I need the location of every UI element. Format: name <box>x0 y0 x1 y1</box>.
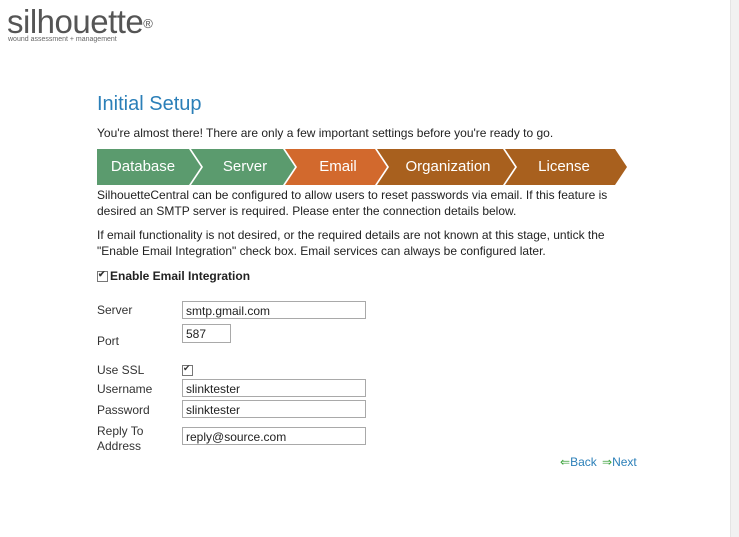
reply-to-label-line2: Address <box>97 439 142 453</box>
back-link[interactable]: ⇐Back <box>560 455 597 469</box>
registered-mark: ® <box>143 16 153 31</box>
wizard-step-database[interactable]: Database <box>97 149 201 185</box>
port-input[interactable] <box>182 324 231 343</box>
wizard-step-license[interactable]: License <box>505 149 627 185</box>
wizard-step-email[interactable]: Email <box>285 149 387 185</box>
username-input[interactable] <box>182 379 366 397</box>
enable-email-row: Enable Email Integration <box>97 269 637 283</box>
email-disable-hint: If email functionality is not desired, o… <box>97 228 605 258</box>
logo: silhouette® wound assessment + managemen… <box>7 3 153 44</box>
port-label: Port <box>97 334 120 348</box>
arrow-left-icon: ⇐ <box>560 455 571 469</box>
server-input[interactable] <box>182 301 366 319</box>
email-description: SilhouetteCentral can be configured to a… <box>97 188 608 218</box>
intro-text: You're almost there! There are only a fe… <box>97 126 554 140</box>
enable-email-label: Enable Email Integration <box>110 269 251 283</box>
use-ssl-checkbox[interactable] <box>182 363 193 376</box>
username-label: Username <box>97 382 153 396</box>
use-ssl-label: Use SSL <box>97 363 145 377</box>
reply-to-label-line1: Reply To <box>97 424 144 438</box>
wizard-step-organization[interactable]: Organization <box>377 149 515 185</box>
next-link[interactable]: ⇒Next <box>602 455 637 469</box>
arrow-right-icon: ⇒ <box>602 455 613 469</box>
enable-email-checkbox[interactable] <box>97 269 108 282</box>
logo-name: silhouette <box>7 3 144 40</box>
server-label: Server <box>97 303 133 317</box>
wizard-step-server[interactable]: Server <box>191 149 295 185</box>
reply-to-input[interactable] <box>182 427 366 445</box>
setup-wizard-steps: Database Server Email Organization Licen… <box>97 149 627 185</box>
vertical-scrollbar[interactable] <box>730 0 739 537</box>
page-title: Initial Setup <box>97 93 202 115</box>
smtp-form: Server Port Use SSL Username Password Re… <box>97 293 637 493</box>
setup-content: Initial Setup You're almost there! There… <box>97 92 637 493</box>
password-input[interactable] <box>182 400 366 418</box>
password-label: Password <box>97 403 150 417</box>
